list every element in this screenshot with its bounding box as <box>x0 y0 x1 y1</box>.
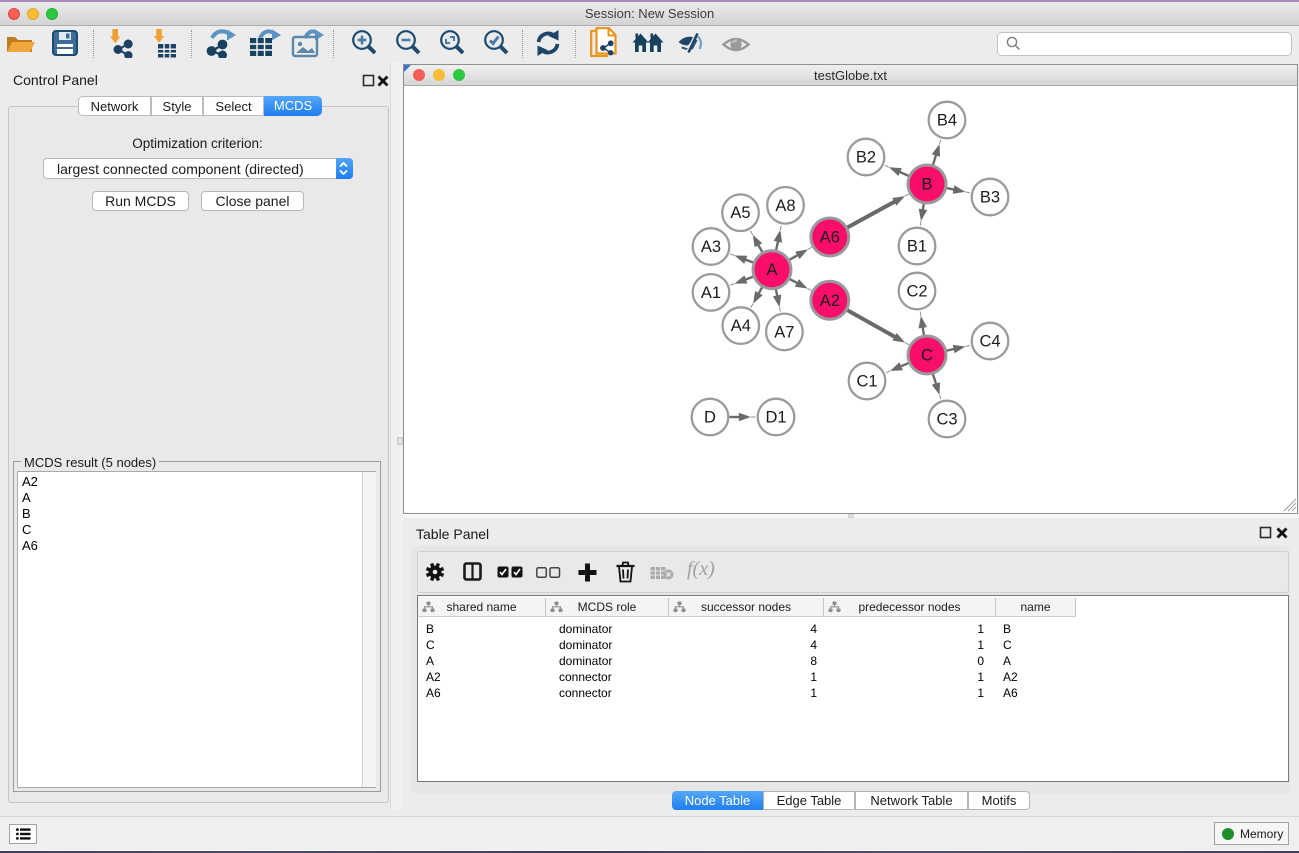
svg-text:C3: C3 <box>936 411 957 429</box>
svg-text:B2: B2 <box>856 149 876 167</box>
svg-text:A5: A5 <box>730 204 750 222</box>
svg-text:B1: B1 <box>907 238 927 256</box>
svg-text:C4: C4 <box>979 333 1000 351</box>
svg-text:A: A <box>766 261 777 279</box>
svg-text:C1: C1 <box>856 373 877 391</box>
svg-text:D1: D1 <box>765 409 786 427</box>
svg-text:A3: A3 <box>701 238 721 256</box>
svg-text:A2: A2 <box>820 292 840 310</box>
svg-text:C: C <box>921 347 933 365</box>
svg-text:B: B <box>921 176 932 194</box>
svg-text:A7: A7 <box>774 323 794 341</box>
svg-text:A1: A1 <box>701 284 721 302</box>
svg-text:A8: A8 <box>775 197 795 215</box>
svg-text:A4: A4 <box>731 317 751 335</box>
svg-text:B4: B4 <box>937 112 957 130</box>
svg-text:A6: A6 <box>820 229 840 247</box>
svg-text:B3: B3 <box>980 189 1000 207</box>
svg-text:D: D <box>704 409 716 427</box>
svg-text:C2: C2 <box>906 283 927 301</box>
